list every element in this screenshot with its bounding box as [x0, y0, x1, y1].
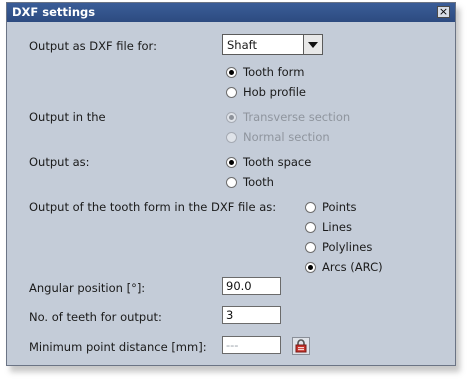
title-bar[interactable]: DXF settings ×	[7, 3, 455, 22]
radio-label: Tooth space	[243, 155, 312, 169]
radio-label: Tooth form	[243, 65, 305, 79]
min-point-distance-label: Minimum point distance [mm]:	[29, 340, 207, 354]
chevron-down-icon[interactable]	[303, 35, 322, 54]
angular-position-label: Angular position [°]:	[29, 281, 146, 295]
output-file-label: Output as DXF file for:	[29, 39, 157, 53]
radio-hob-profile[interactable]: Hob profile	[226, 85, 306, 99]
radio-lines[interactable]: Lines	[305, 220, 352, 234]
radio-button	[226, 111, 237, 123]
radio-label: Points	[322, 200, 357, 214]
radio-label: Tooth	[243, 175, 274, 189]
radio-label: Transverse section	[243, 110, 351, 124]
radio-button[interactable]	[305, 201, 316, 213]
radio-label: Hob profile	[243, 85, 306, 99]
radio-label: Normal section	[243, 130, 330, 144]
radio-button[interactable]	[226, 86, 237, 98]
teeth-output-label: No. of teeth for output:	[29, 310, 162, 324]
lock-icon[interactable]	[292, 337, 310, 355]
radio-button[interactable]	[226, 66, 237, 78]
radio-tooth-space[interactable]: Tooth space	[226, 155, 311, 169]
angular-position-input[interactable]	[222, 277, 281, 295]
tooth-form-format-label: Output of the tooth form in the DXF file…	[29, 200, 277, 214]
min-point-distance-input[interactable]	[222, 336, 281, 354]
radio-label: Arcs (ARC)	[322, 260, 383, 274]
radio-tooth[interactable]: Tooth	[226, 175, 274, 189]
radio-button[interactable]	[305, 221, 316, 233]
radio-button[interactable]	[226, 176, 237, 188]
dxf-settings-dialog: DXF settings × Output as DXF file for: S…	[6, 2, 456, 366]
output-file-select[interactable]: Shaft	[222, 34, 323, 55]
output-as-label: Output as:	[29, 155, 90, 169]
teeth-output-input[interactable]	[222, 306, 281, 324]
radio-button[interactable]	[226, 156, 237, 168]
radio-label: Polylines	[322, 240, 373, 254]
radio-transverse-section: Transverse section	[226, 110, 350, 124]
radio-button[interactable]	[305, 241, 316, 253]
window-title: DXF settings	[12, 5, 96, 19]
radio-button[interactable]	[305, 261, 316, 273]
radio-normal-section: Normal section	[226, 130, 330, 144]
radio-arcs[interactable]: Arcs (ARC)	[305, 260, 383, 274]
radio-tooth-form[interactable]: Tooth form	[226, 65, 304, 79]
lock-icon-graphic	[295, 339, 307, 353]
close-icon[interactable]: ×	[437, 6, 450, 18]
output-section-label: Output in the	[29, 110, 106, 124]
output-file-selected: Shaft	[227, 38, 257, 52]
radio-points[interactable]: Points	[305, 200, 357, 214]
radio-polylines[interactable]: Polylines	[305, 240, 372, 254]
radio-button	[226, 131, 237, 143]
radio-label: Lines	[322, 220, 352, 234]
